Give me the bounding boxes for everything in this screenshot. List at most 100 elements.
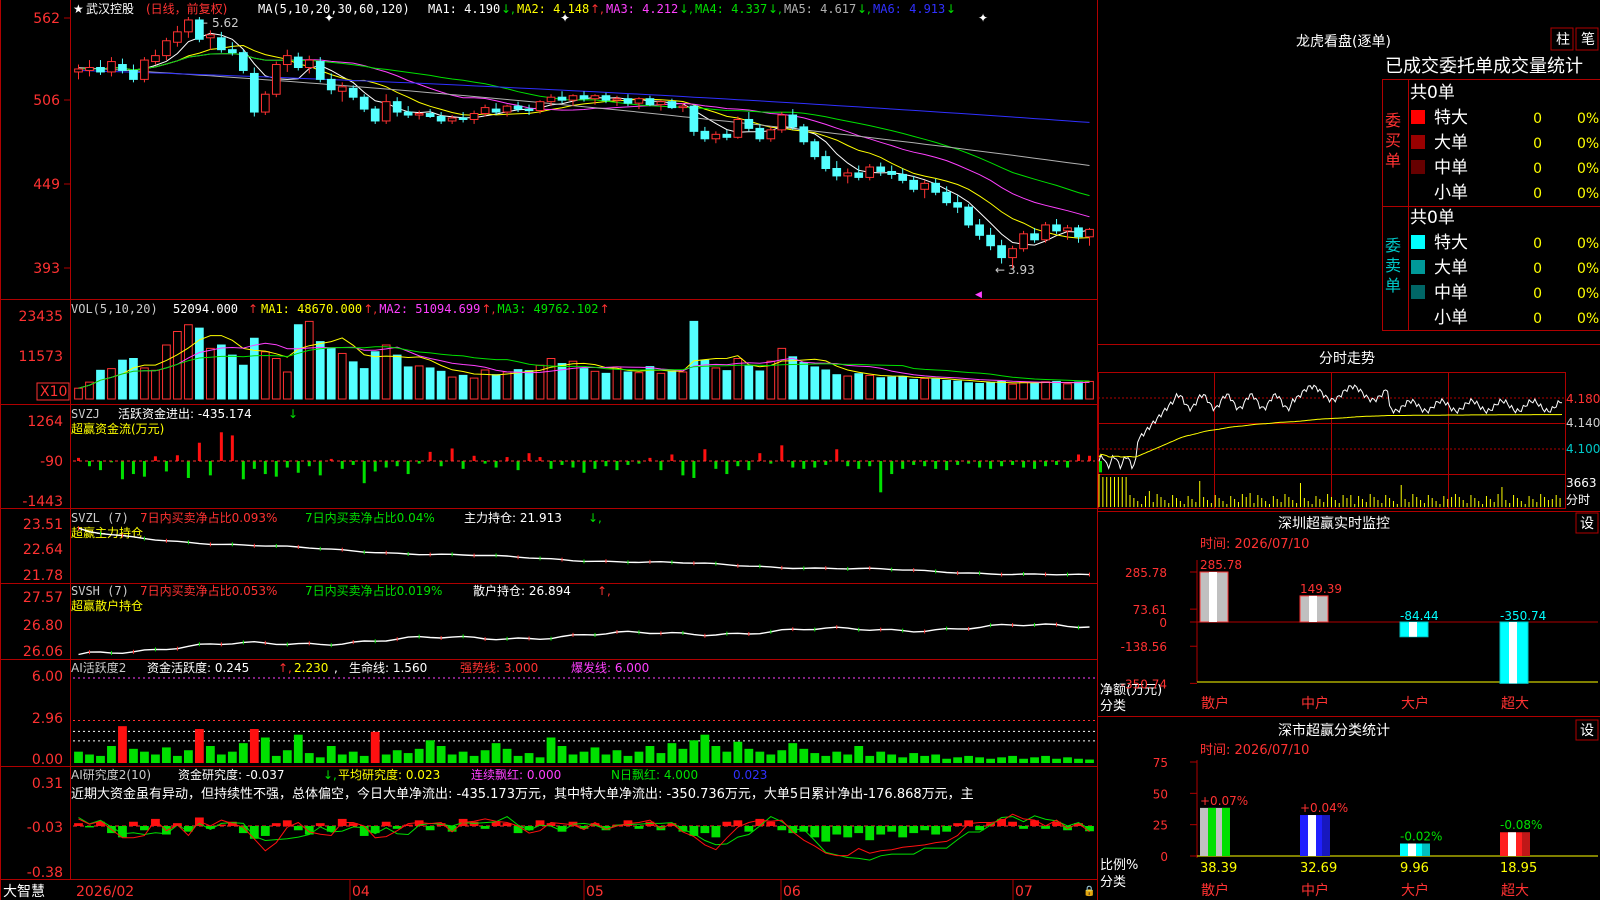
research-bar[interactable] [722,821,732,826]
activity-bar[interactable] [601,754,611,764]
candle[interactable] [656,100,666,111]
candle[interactable] [1085,227,1094,246]
ai-research-plot[interactable] [73,813,1095,861]
fund-flow-bar[interactable] [494,461,498,468]
volume-bar[interactable] [249,337,259,400]
volume-bar[interactable] [733,358,743,400]
fund-flow-bar[interactable] [989,461,993,469]
fund-flow-bar[interactable] [274,461,278,477]
volume-bar[interactable] [1052,380,1061,400]
activity-bar[interactable] [986,758,995,763]
volume-bar[interactable] [392,354,402,400]
activity-bar[interactable] [568,754,578,764]
candle[interactable] [557,91,567,104]
volume-bar[interactable] [282,371,292,400]
volume-bar[interactable] [381,344,391,400]
monitor-bar[interactable] [1399,621,1429,638]
volume-bar[interactable] [623,371,633,400]
main-plot[interactable] [74,17,1094,268]
fund-flow-bar[interactable] [890,461,894,475]
fund-flow-bar[interactable] [593,461,597,469]
activity-bar[interactable] [755,751,765,763]
activity-bar[interactable] [414,748,424,763]
activity-bar[interactable] [85,754,94,764]
activity-bar[interactable] [546,737,556,764]
volume-bar[interactable] [590,370,600,400]
research-bar[interactable] [304,826,314,835]
fund-flow-bar[interactable] [461,461,465,469]
fund-flow-bar[interactable] [923,461,927,467]
activity-bar[interactable] [337,754,347,764]
fund-flow-bar[interactable] [670,454,674,461]
fund-flow-bar[interactable] [1011,461,1015,465]
fund-flow-bar[interactable] [692,461,696,478]
fund-flow-bar[interactable] [120,461,124,480]
volume-bar[interactable] [425,367,435,400]
fund-flow-bar[interactable] [142,461,146,477]
volume-bar[interactable] [370,351,380,400]
volume-bar[interactable] [359,368,369,400]
activity-bar[interactable] [744,748,754,763]
activity-bar[interactable] [1008,755,1017,763]
candle[interactable] [74,64,83,80]
volume-bar[interactable] [1008,383,1017,400]
activity-bar[interactable] [304,753,314,763]
candle[interactable] [173,25,182,47]
candle[interactable] [238,49,248,74]
candle[interactable] [832,161,842,181]
candle[interactable] [425,109,435,118]
activity-bar[interactable] [107,746,116,763]
research-bar[interactable] [821,826,831,842]
candle[interactable] [96,60,105,75]
fund-flow-bar[interactable] [131,461,135,475]
svzl-plot[interactable] [77,526,1091,577]
fund-flow-bar[interactable] [560,461,564,465]
volume-bar[interactable] [227,354,237,400]
activity-bar[interactable] [777,750,787,763]
research-bar[interactable] [1019,826,1028,829]
volume-bar[interactable] [942,379,951,400]
activity-bar[interactable] [766,754,776,764]
activity-bar[interactable] [909,753,919,763]
volume-bar[interactable] [975,382,984,400]
volume-bar[interactable] [601,372,611,400]
fund-flow-bar[interactable] [175,455,179,461]
volume-bar[interactable] [810,366,820,400]
volume-bar[interactable] [931,378,941,400]
activity-bar[interactable] [381,754,391,764]
research-bar[interactable] [293,826,303,831]
volume-bar[interactable] [1085,380,1094,400]
fund-flow-bar[interactable] [758,453,762,461]
fund-flow-bar[interactable] [901,461,905,469]
candle[interactable] [140,57,149,83]
fund-flow-bar[interactable] [1088,455,1092,461]
activity-bar[interactable] [271,755,281,763]
volume-bar[interactable] [304,320,314,400]
activity-bar[interactable] [843,754,853,764]
activity-bar[interactable] [425,740,435,763]
activity-bar[interactable] [359,755,369,763]
volume-bar[interactable] [832,374,842,400]
activity-bar[interactable] [403,753,413,763]
activity-bar[interactable] [194,729,204,763]
activity-bar[interactable] [799,748,809,763]
activity-bar[interactable] [711,746,721,763]
fund-flow-bar[interactable] [615,461,619,471]
fund-flow-bar[interactable] [725,461,729,475]
fund-flow-bar[interactable] [1055,461,1059,465]
candle[interactable] [755,123,765,142]
research-bar[interactable] [315,823,325,826]
research-bar[interactable] [909,826,919,834]
candle[interactable] [436,112,446,124]
volume-bar[interactable] [260,351,270,400]
fund-flow-bar[interactable] [780,445,784,461]
candle[interactable] [953,195,962,214]
candle[interactable] [162,37,171,61]
activity-bar[interactable] [238,743,248,763]
fund-flow-bar[interactable] [1000,461,1004,467]
volume-bar[interactable] [217,344,226,400]
fund-flow-bar[interactable] [857,461,861,469]
activity-bar[interactable] [931,754,941,764]
fund-flow-bar[interactable] [1044,461,1048,467]
activity-bar[interactable] [491,743,501,763]
